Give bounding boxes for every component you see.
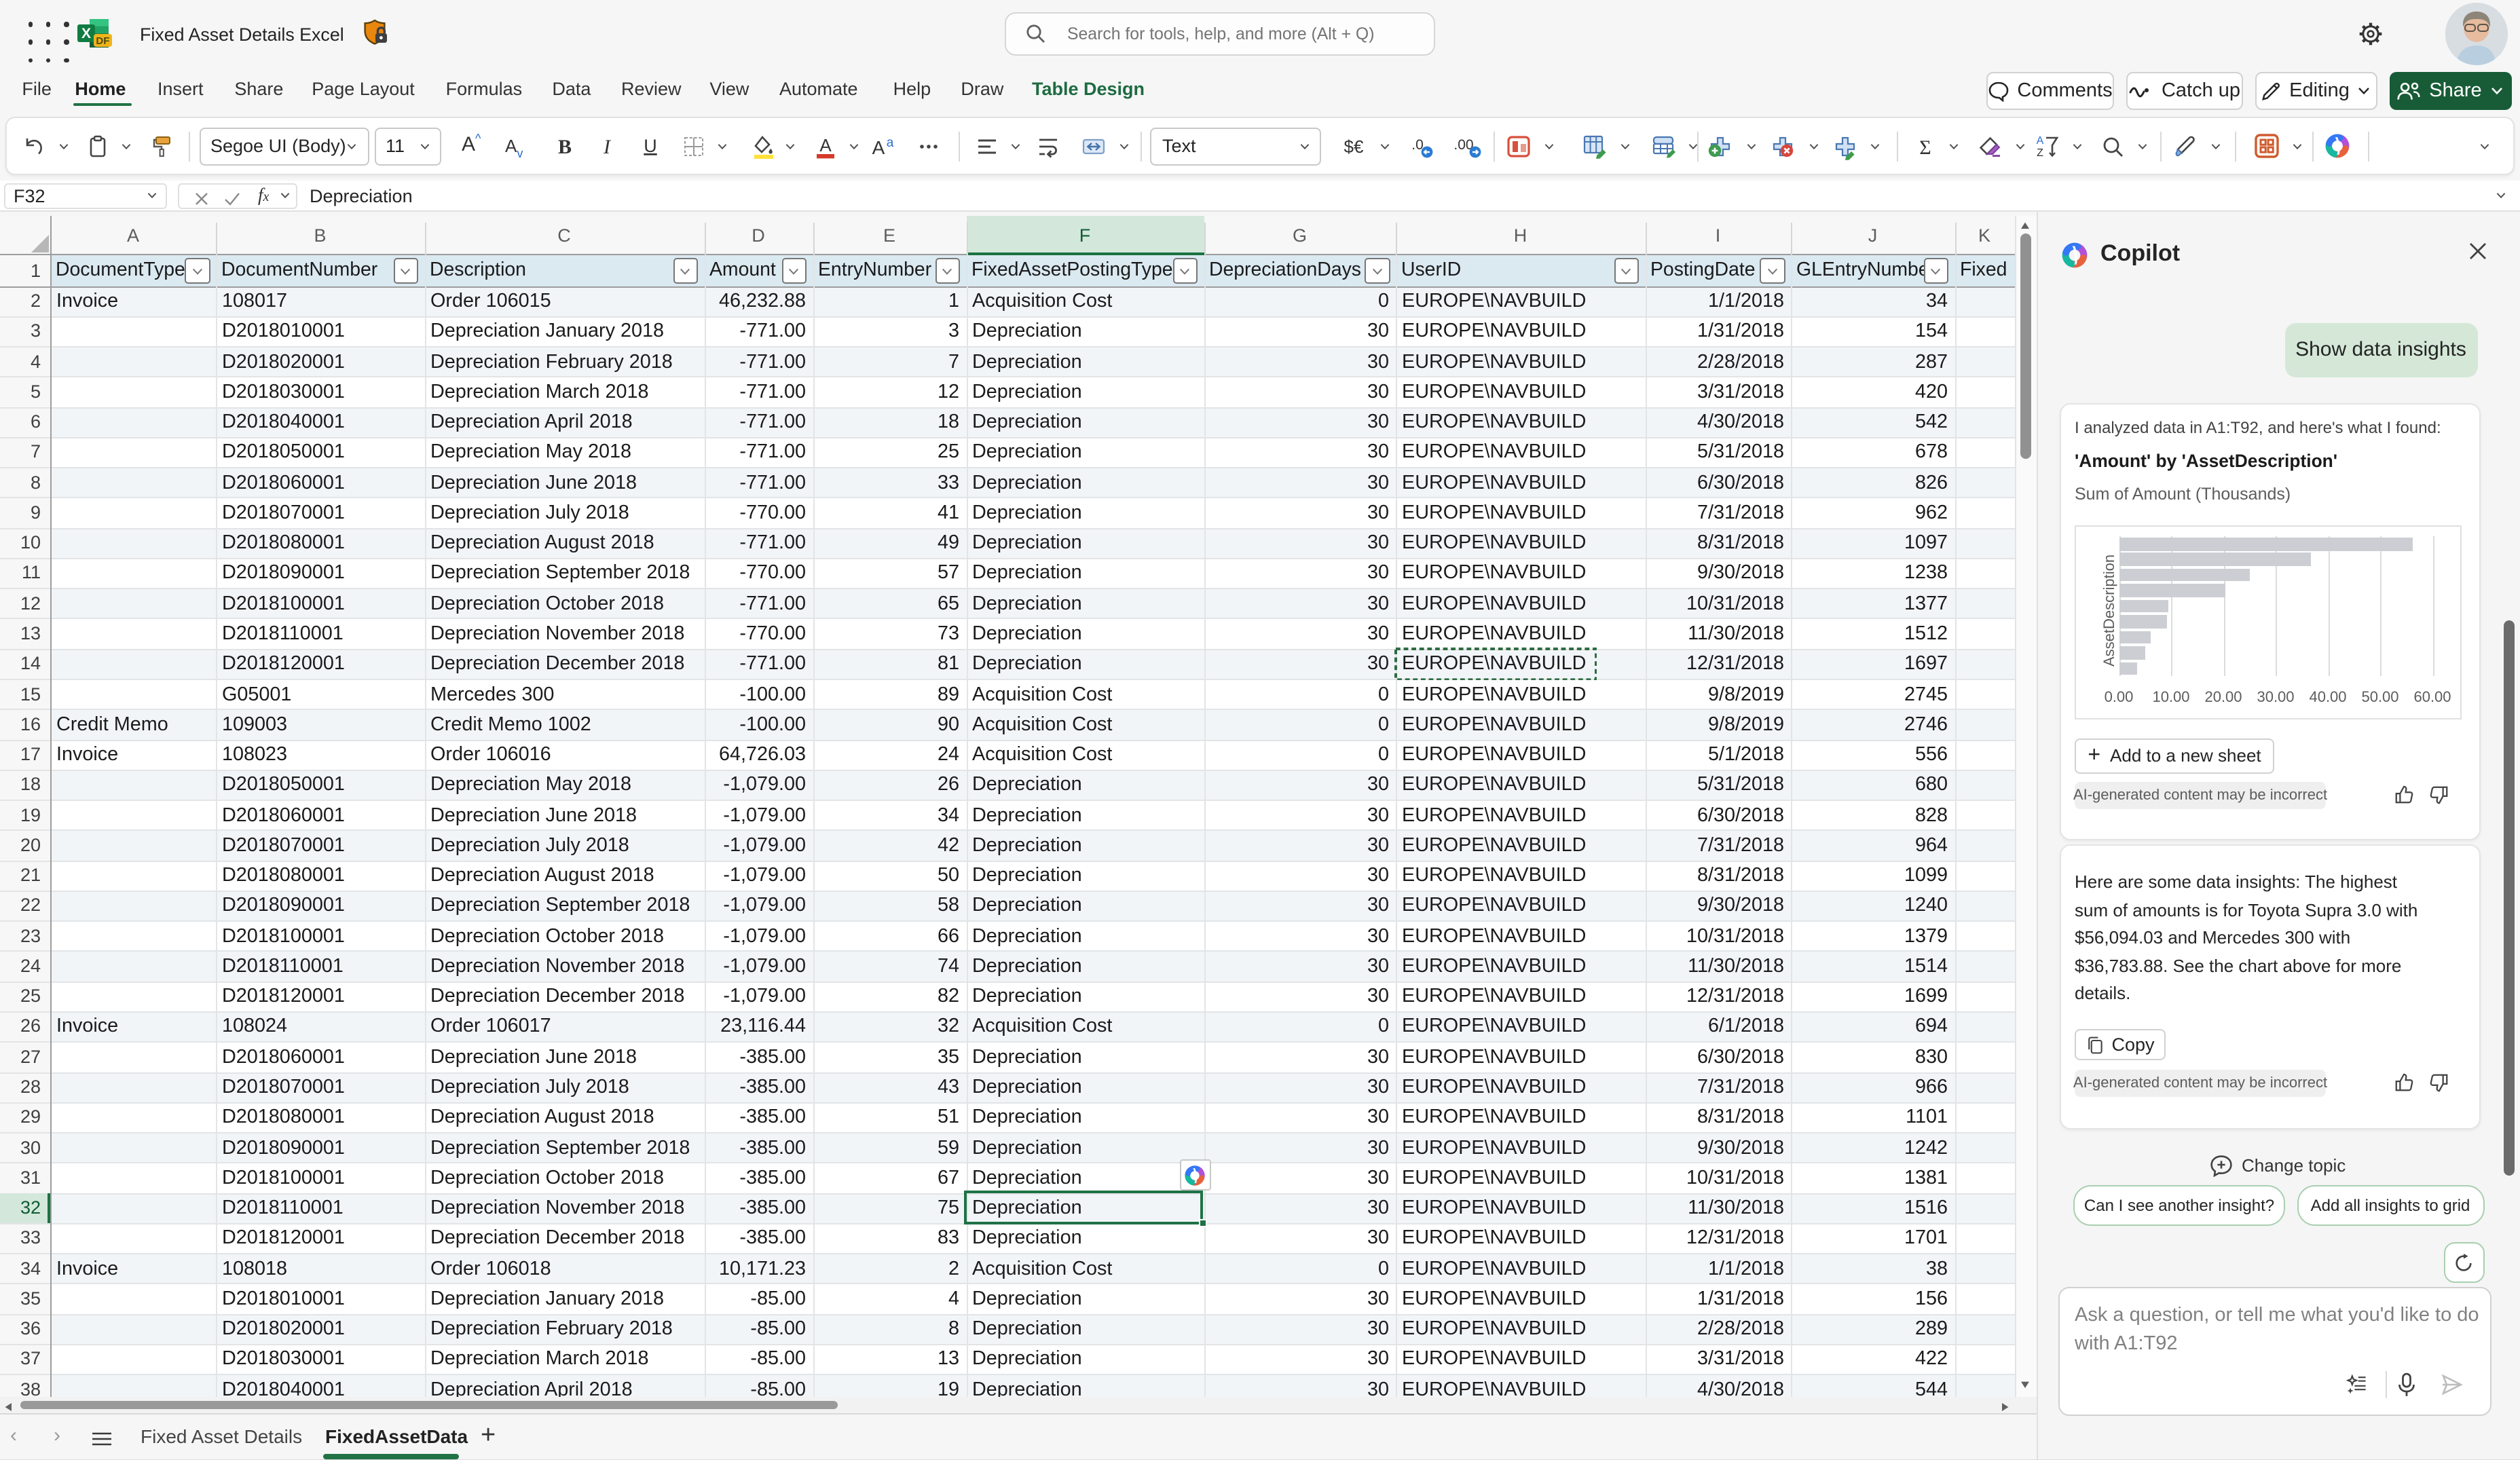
svg-text:a: a [887, 135, 894, 149]
svg-text:$€: $€ [1344, 136, 1364, 156]
svg-text:A: A [2037, 135, 2044, 147]
svg-text:U: U [643, 135, 656, 155]
svg-text:Σ: Σ [1919, 136, 1931, 158]
svg-text:B: B [557, 135, 571, 157]
svg-text:X: X [81, 26, 90, 41]
svg-text:Z: Z [2037, 147, 2043, 159]
svg-text:DF: DF [95, 35, 109, 47]
svg-text:I: I [602, 135, 611, 157]
svg-text:A: A [819, 134, 831, 155]
svg-text:A: A [872, 136, 885, 157]
